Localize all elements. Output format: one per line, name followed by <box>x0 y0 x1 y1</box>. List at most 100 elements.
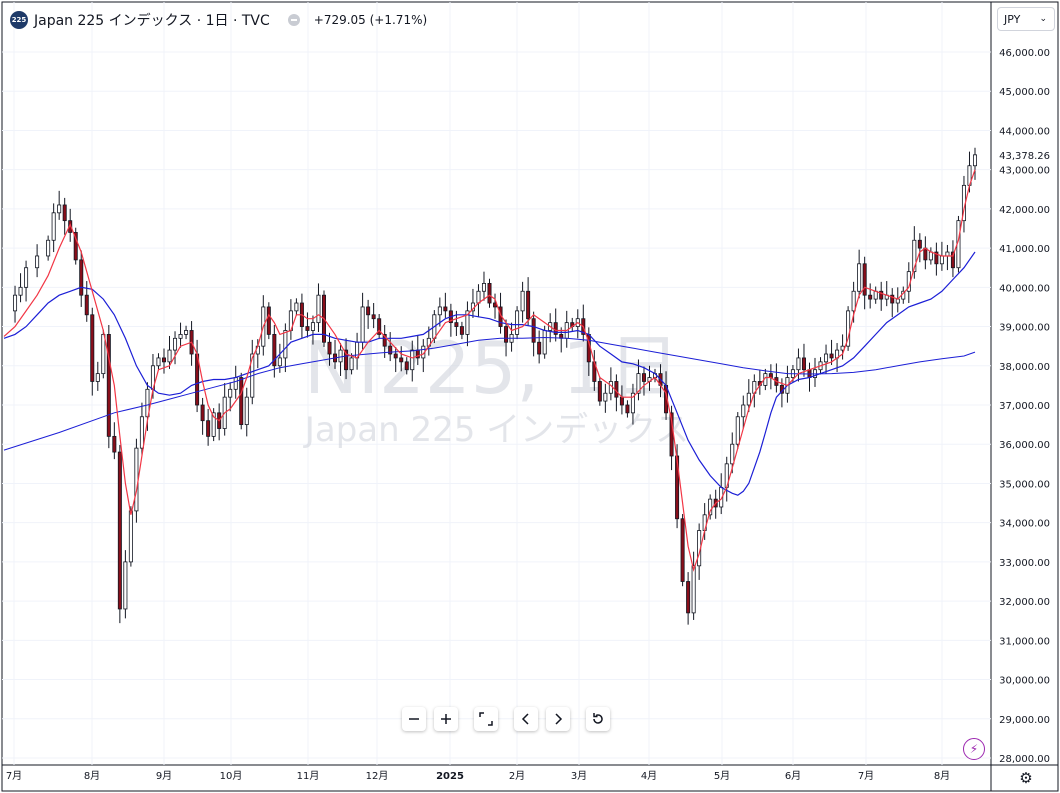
price-tick-label: 46,000.00 <box>999 48 1050 59</box>
expand-icon <box>479 712 493 726</box>
candle-body <box>829 353 834 359</box>
candle-body <box>79 259 84 296</box>
candle-body <box>746 392 751 406</box>
scroll-left-button[interactable] <box>514 707 538 731</box>
candle-body <box>200 404 205 422</box>
chevron-right-icon <box>555 713 563 725</box>
currency-label: JPY <box>1004 12 1021 26</box>
chart-legend: 225 Japan 225 インデックス · 1日 · TVC +729.05 … <box>10 10 427 30</box>
time-tick-label: 2月 <box>509 770 525 782</box>
candle-body <box>796 357 801 371</box>
reset-icon <box>593 713 603 724</box>
zoom-in-button[interactable] <box>434 707 458 731</box>
candle-body <box>51 212 56 241</box>
candle-body <box>691 565 696 614</box>
candle-body <box>641 373 646 382</box>
candle-body <box>161 357 166 363</box>
time-tick-label: 4月 <box>641 770 657 782</box>
candle-body <box>117 451 122 610</box>
candle-body <box>305 326 310 331</box>
price-tick-label: 41,000.00 <box>999 244 1050 255</box>
plus-icon <box>441 714 451 724</box>
candle-body <box>156 357 161 367</box>
symbol-watermark: NI225, 1日 Japan 225 インデックス <box>303 326 689 450</box>
candle-body <box>603 392 608 402</box>
candle-body <box>973 154 978 167</box>
candle-body <box>62 204 67 222</box>
zoom-out-button[interactable] <box>402 707 426 731</box>
candle-body <box>349 357 354 371</box>
candle-body <box>476 290 481 304</box>
time-tick-label: 5月 <box>714 770 730 782</box>
candle-body <box>338 349 343 363</box>
candle-body <box>57 204 62 214</box>
candle-body <box>928 251 933 261</box>
price-tick-label: 43,000.00 <box>999 166 1050 177</box>
price-tick-label: 34,000.00 <box>999 519 1050 530</box>
candle-body <box>371 314 376 320</box>
time-tick-label: 11月 <box>297 770 320 782</box>
chevron-down-icon: ⌄ <box>1039 14 1047 24</box>
price-tick-label: 40,000.00 <box>999 283 1050 294</box>
time-tick-label: 10月 <box>220 770 243 782</box>
price-tick-label: 39,000.00 <box>999 323 1050 334</box>
candle-body <box>625 404 630 414</box>
candle-body <box>851 290 856 312</box>
lightning-icon[interactable]: ⚡ <box>963 738 985 760</box>
candle-body <box>178 333 183 339</box>
candle-body <box>873 290 878 300</box>
price-tick-label: 45,000.00 <box>999 87 1050 98</box>
candle-body <box>35 255 40 269</box>
reset-chart-button[interactable] <box>586 707 610 731</box>
candle-body <box>173 337 178 351</box>
minus-icon <box>409 718 419 720</box>
chart-window: NI225, 1日 Japan 225 インデックス 46,000.00 45,0… <box>0 0 1060 793</box>
candle-body <box>857 263 862 292</box>
candle-body <box>316 294 321 324</box>
symbol-badge[interactable]: 225 <box>10 11 28 29</box>
time-tick-label: 8月 <box>934 770 950 782</box>
candle-body <box>537 341 542 355</box>
currency-selector[interactable]: JPY ⌄ <box>997 7 1055 31</box>
time-axis[interactable]: 7月 8月 9月 10月 11月 12月 2025 2月 3月 4月 5月 6月 7月 8月 <box>6 770 950 782</box>
candle-body <box>388 345 393 355</box>
candle-body <box>542 330 547 355</box>
price-change: +729.05 (+1.71%) <box>313 13 428 27</box>
candle-body <box>515 310 520 335</box>
candle-body <box>680 518 685 582</box>
candle-body <box>46 239 51 257</box>
candle-body <box>90 314 95 382</box>
symbol-title[interactable]: Japan 225 インデックス · 1日 · TVC <box>34 10 270 30</box>
candle-body <box>531 318 536 343</box>
candle-body <box>735 416 740 445</box>
price-chart[interactable]: NI225, 1日 Japan 225 インデックス 46,000.00 45,0… <box>0 0 1060 793</box>
candle-body <box>360 306 365 343</box>
price-tick-label: 37,000.00 <box>999 401 1050 412</box>
candle-body <box>597 381 602 402</box>
zoom-toolbar <box>402 707 610 731</box>
candle-body <box>112 435 117 453</box>
candle-body <box>244 396 249 426</box>
candle-body <box>504 326 509 343</box>
price-tick-label: 31,000.00 <box>999 636 1050 647</box>
candle-body <box>228 388 233 398</box>
candle-body <box>24 267 29 288</box>
price-tick-label: 42,000.00 <box>999 205 1050 216</box>
price-tick-label: 35,000.00 <box>999 479 1050 490</box>
price-tick-label: 36,000.00 <box>999 440 1050 451</box>
time-tick-label: 12月 <box>366 770 389 782</box>
candle-body <box>454 322 459 327</box>
scroll-right-button[interactable] <box>546 707 570 731</box>
collapse-legend-icon[interactable] <box>287 14 300 26</box>
candle-body <box>167 349 172 363</box>
candle-body <box>266 306 271 335</box>
candle-body <box>923 247 928 261</box>
last-price-value: 43,378.26 <box>999 151 1050 162</box>
candle-body <box>481 283 486 292</box>
settings-icon[interactable]: ⚙ <box>1016 768 1036 788</box>
candle-body <box>443 306 448 312</box>
candle-body <box>13 294 18 312</box>
candle-body <box>239 377 244 426</box>
time-tick-label: 7月 <box>858 770 874 782</box>
reset-scale-button[interactable] <box>474 707 498 731</box>
